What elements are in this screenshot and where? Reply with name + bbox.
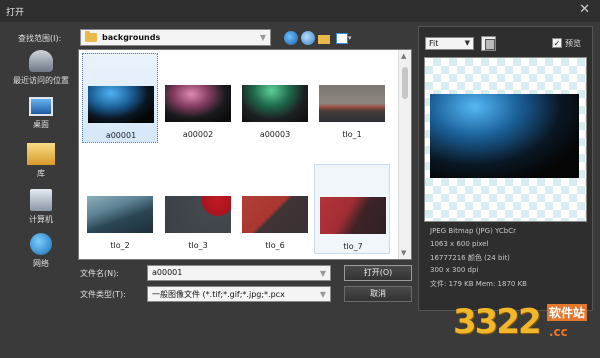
lookin-label: 查找范围(I): (18, 34, 62, 43)
lookin-combo[interactable]: backgrounds ▼ (80, 29, 271, 46)
file-name: tlo_6 (265, 241, 285, 250)
file-name: a00003 (259, 130, 291, 139)
file-item-a00002[interactable]: a00002 (160, 53, 236, 143)
filename-field[interactable]: a00001 ▼ (147, 265, 331, 281)
filetype-value: 一般图像文件 (*.tif;*.gif;*.jpg;*.pcx (152, 290, 285, 299)
place-label: 计算机 (29, 215, 53, 224)
desktop-icon (29, 97, 53, 116)
fit-select[interactable]: Fit ▼ (425, 37, 474, 50)
close-icon[interactable]: ✕ (579, 2, 590, 17)
place-label: 网络 (33, 259, 49, 268)
watermark-number: 3322 (453, 302, 542, 342)
lookin-value: backgrounds (102, 33, 161, 42)
window-title: 打开 (6, 8, 25, 18)
info-dpi: 300 x 300 dpi (430, 266, 479, 274)
watermark-text: 软件站 (547, 304, 588, 321)
place-label: 桌面 (33, 120, 49, 129)
file-name: tlo_1 (342, 130, 362, 139)
libraries-icon (27, 143, 55, 165)
folder-icon (85, 31, 97, 42)
file-name: tlo_2 (110, 241, 130, 250)
file-item-tlo_3[interactable]: tlo_3 (160, 164, 236, 254)
chevron-down-icon[interactable]: ▼ (465, 39, 470, 47)
info-format: JPEG Bitmap (JPG) YCbCr (430, 227, 517, 235)
file-thumbnail (242, 85, 308, 122)
scroll-down-icon[interactable]: ▼ (401, 249, 406, 257)
title-bar: 打开 ✕ (0, 0, 600, 22)
file-list-scrollbar[interactable]: ▲ ▼ (398, 50, 411, 259)
file-thumbnail (242, 196, 308, 233)
chevron-down-icon[interactable]: ▼ (320, 290, 326, 299)
preview-panel: Fit ▼ ✓ 预览 JPEG Bitmap (JPG) YCbCr 1063 … (418, 26, 593, 311)
file-thumbnail (319, 85, 385, 122)
file-name: tlo_7 (343, 242, 363, 251)
watermark-url: .cc (549, 325, 568, 339)
watermark-logo: 3322 软件站 .cc (453, 298, 598, 353)
file-thumbnail (165, 196, 231, 233)
open-button[interactable]: 打开(O) (344, 265, 412, 281)
preview-image-area (424, 57, 587, 222)
view-menu-arrow-icon[interactable]: ▾ (348, 34, 352, 42)
filename-label: 文件名(N): (80, 269, 119, 278)
view-menu-icon[interactable] (335, 31, 349, 45)
file-list[interactable]: a00001 a00002 a00003 tlo_1 tlo_2 tlo_3 t… (78, 49, 412, 260)
file-name: a00001 (105, 131, 137, 140)
preview-image (430, 94, 579, 178)
file-item-tlo_7[interactable]: tlo_7 (314, 164, 390, 254)
filename-value: a00001 (152, 268, 183, 277)
chevron-down-icon[interactable]: ▼ (320, 269, 326, 278)
file-item-tlo_1[interactable]: tlo_1 (314, 53, 390, 143)
place-network[interactable]: 网络 (6, 233, 76, 269)
file-name: a00002 (182, 130, 214, 139)
file-name: tlo_3 (188, 241, 208, 250)
recent-places-icon (29, 50, 53, 72)
file-item-a00001[interactable]: a00001 (82, 53, 158, 143)
new-folder-icon[interactable] (317, 31, 331, 45)
cancel-button[interactable]: 取消 (344, 286, 412, 302)
file-thumbnail (320, 197, 386, 234)
chevron-down-icon[interactable]: ▼ (260, 33, 266, 42)
filetype-label: 文件类型(T): (80, 290, 126, 299)
back-icon[interactable] (284, 31, 298, 45)
file-item-a00003[interactable]: a00003 (237, 53, 313, 143)
filetype-select[interactable]: 一般图像文件 (*.tif;*.gif;*.jpg;*.pcx ▼ (147, 286, 331, 302)
info-size: 文件: 179 KB Mem: 1870 KB (430, 280, 527, 288)
place-libraries[interactable]: 库 (6, 143, 76, 179)
file-item-tlo_2[interactable]: tlo_2 (82, 164, 158, 254)
file-thumbnail (165, 85, 231, 122)
preview-checkbox-label: 预览 (565, 39, 581, 48)
fit-value: Fit (429, 39, 439, 48)
place-label: 最近访问的位置 (13, 76, 69, 85)
scrollbar-thumb[interactable] (402, 67, 408, 99)
place-computer[interactable]: 计算机 (6, 189, 76, 225)
info-colors: 16777216 颜色 (24 bit) (430, 254, 510, 262)
place-recent[interactable]: 最近访问的位置 (6, 50, 76, 86)
preview-checkbox[interactable]: ✓ (552, 38, 562, 48)
file-item-tlo_6[interactable]: tlo_6 (237, 164, 313, 254)
network-icon (30, 233, 52, 255)
up-folder-icon[interactable] (301, 31, 315, 45)
computer-icon (30, 189, 52, 211)
place-label: 库 (37, 169, 45, 178)
file-thumbnail (87, 196, 153, 233)
file-thumbnail (88, 86, 154, 123)
place-desktop[interactable]: 桌面 (6, 97, 76, 130)
scroll-up-icon[interactable]: ▲ (401, 52, 406, 60)
zoom-icon[interactable] (481, 36, 496, 51)
info-dimensions: 1063 x 600 pixel (430, 240, 489, 248)
